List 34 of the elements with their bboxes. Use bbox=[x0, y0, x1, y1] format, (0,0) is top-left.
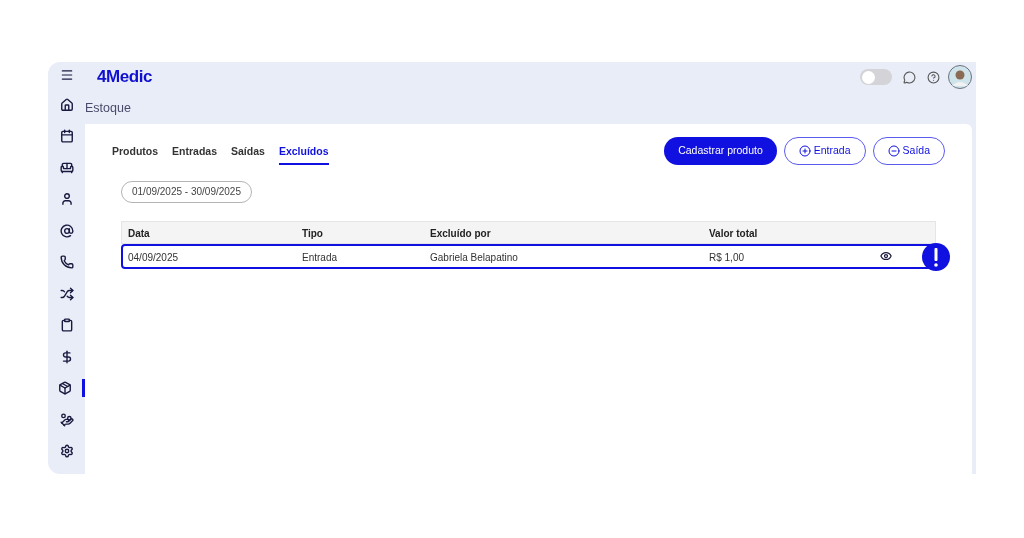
tab[interactable]: Produtos bbox=[112, 144, 159, 165]
column-header: Excluído por bbox=[430, 228, 491, 239]
settings-icon bbox=[59, 444, 74, 458]
shuffle-icon bbox=[59, 286, 74, 301]
tab[interactable]: Saídas bbox=[231, 144, 265, 165]
chat-icon[interactable] bbox=[903, 70, 916, 84]
tab[interactable]: Excluídos bbox=[278, 144, 329, 165]
home-icon bbox=[59, 97, 74, 112]
help-icon[interactable] bbox=[927, 70, 940, 84]
column-header: Tipo bbox=[302, 228, 323, 239]
menu-icon[interactable] bbox=[59, 68, 74, 82]
page-title: Estoque bbox=[85, 99, 131, 117]
calendar-icon bbox=[59, 129, 74, 143]
table-cell: Entrada bbox=[302, 252, 338, 263]
table-cell: 04/09/2025 bbox=[128, 252, 179, 263]
table-cell: R$ 1,00 bbox=[709, 252, 745, 263]
clipboard-icon bbox=[59, 318, 74, 332]
column-header: Data bbox=[128, 228, 150, 239]
view-icon[interactable] bbox=[880, 250, 892, 262]
tab[interactable]: Entradas bbox=[172, 144, 218, 165]
phone-icon bbox=[59, 255, 74, 269]
user-icon bbox=[59, 192, 74, 206]
minus-icon bbox=[887, 145, 900, 157]
logo: 4Medic bbox=[97, 66, 153, 89]
plus-icon bbox=[798, 145, 811, 157]
box-icon bbox=[58, 381, 72, 395]
hand-coins-icon bbox=[59, 412, 74, 427]
register-product-button[interactable]: Cadastrar produto bbox=[664, 137, 777, 165]
at-sign-icon bbox=[59, 223, 74, 238]
sofa-icon bbox=[59, 160, 74, 175]
table-cell: Gabriela Belapatino bbox=[430, 252, 518, 263]
theme-toggle[interactable] bbox=[860, 69, 892, 85]
column-header: Valor total bbox=[709, 228, 758, 239]
avatar[interactable] bbox=[948, 65, 972, 89]
